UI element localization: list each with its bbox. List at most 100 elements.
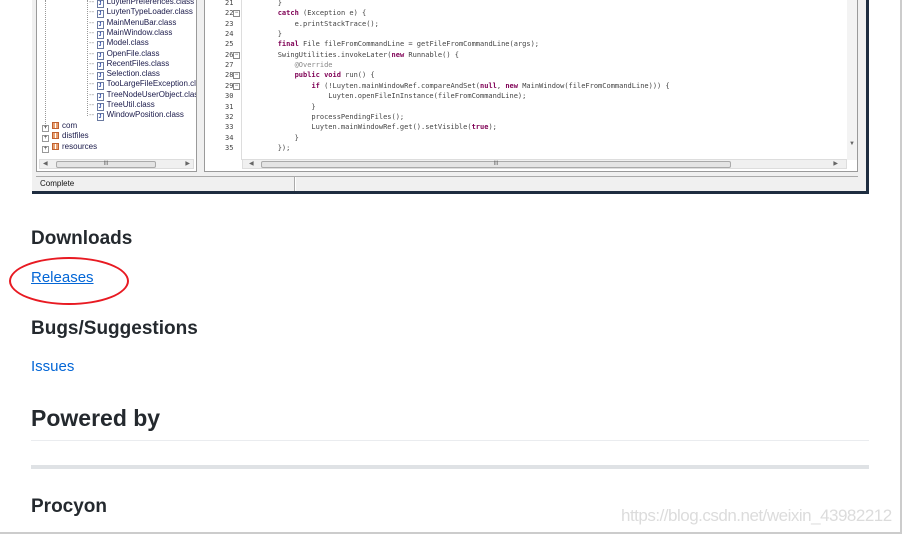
package-icon	[52, 122, 59, 129]
tree-item-class[interactable]: -- J MainWindow.class	[89, 27, 173, 39]
tree-item-class[interactable]: -- J TreeUtil.class	[89, 100, 155, 111]
tree-horizontal-scrollbar[interactable]: ◀ III ▶	[39, 159, 194, 169]
scroll-thumb[interactable]: III	[261, 161, 731, 168]
fold-icon[interactable]: −	[233, 72, 240, 80]
code-line: 26 SwingUtilities.invokeLater(new Runnab…	[205, 50, 459, 60]
status-text: Complete	[40, 179, 75, 188]
code-line: 29 if (!Luyten.mainWindowRef.compareAndS…	[205, 81, 670, 91]
tree-item-label: TreeUtil.class	[106, 100, 155, 109]
tree-item-label: Model.class	[106, 38, 149, 48]
code-editor[interactable]: 21 } 22 catch (Exception e) {−23 e.printS…	[204, 0, 858, 172]
code-token: null	[480, 81, 497, 90]
fold-icon[interactable]: −	[233, 10, 240, 18]
tree-item-label: TooLargeFileException.class	[106, 79, 196, 89]
file-tree: -- J LuytenPreferences.class -- J LuytenTyp…	[36, 0, 197, 172]
tree-item-label: LuytenPreferences.class	[106, 0, 195, 6]
code-line: 27 @Override	[205, 60, 333, 70]
code-token: true	[471, 123, 489, 132]
code-token: new	[505, 81, 518, 90]
code-line: 35 });	[205, 143, 290, 153]
tree-item-class[interactable]: -- J Model.class	[89, 38, 149, 50]
procyon-heading: Procyon	[31, 496, 108, 517]
tree-item-class[interactable]: -- J Selection.class	[89, 69, 160, 81]
code-token: e.printStackTrace();	[244, 19, 379, 28]
tree-item-label: Selection.class	[106, 69, 160, 79]
code-token: processPendingFiles();	[244, 112, 405, 121]
issues-link[interactable]: Issues	[31, 358, 74, 375]
code-line: 32 processPendingFiles();	[205, 112, 404, 122]
line-number: 24	[225, 30, 234, 39]
code-token: new	[391, 50, 405, 59]
line-number: 30	[225, 92, 234, 101]
tree-item-class[interactable]: -- J OpenFile.class	[89, 48, 160, 60]
code-token: catch	[277, 9, 299, 18]
tree-item-class[interactable]: -- J LuytenPreferences.class	[89, 0, 195, 8]
code-line: 33 Luyten.mainWindowRef.get().setVisible…	[205, 122, 497, 132]
tree-item-label: LuytenTypeLoader.class	[106, 7, 193, 17]
tree-item-label: com	[62, 121, 78, 130]
tree-item-package[interactable]: + distfiles	[42, 131, 89, 143]
code-token: }	[244, 102, 316, 111]
tree-item-class[interactable]: -- J RecentFiles.class	[89, 59, 169, 70]
code-line: 34 }	[205, 133, 299, 143]
tree-item-package[interactable]: + resources	[42, 141, 98, 153]
code-token: if	[311, 81, 320, 90]
code-line: 28 public void run() {	[205, 70, 375, 80]
code-line: 23 e.printStackTrace();	[205, 19, 379, 29]
tree-item-label: distfiles	[62, 131, 89, 141]
downloads-heading: Downloads	[31, 228, 133, 249]
code-line: 25 final File fileFromCommandLine = getF…	[205, 39, 539, 49]
code-token: @Override	[294, 61, 333, 70]
code-token: MainWindow(fileFromCommandLine))) {	[517, 81, 670, 90]
luyten-screenshot: -- J LuytenPreferences.class -- J LuytenTyp…	[32, 0, 869, 194]
line-number: 32	[225, 112, 234, 121]
line-number: 22	[225, 9, 234, 18]
tree-item-label: OpenFile.class	[106, 48, 160, 58]
code-token: SwingUtilities.invokeLater(	[244, 50, 392, 59]
line-number: 25	[225, 40, 234, 49]
tree-item-label: resources	[62, 141, 98, 151]
code-token: (!Luyten.mainWindowRef.compareAndSet(	[319, 81, 481, 90]
code-token: run() {	[340, 71, 375, 80]
divider	[31, 440, 869, 441]
tree-item-class[interactable]: -- JTooLargeFileException.class	[89, 79, 196, 91]
code-line: 31 }	[205, 102, 316, 112]
code-vertical-scrollbar[interactable]: ▼	[847, 0, 857, 160]
fold-icon[interactable]: −	[233, 51, 240, 59]
tree-item-label: MainWindow.class	[106, 27, 173, 37]
annotation-circle	[9, 257, 129, 305]
status-bar: Complete	[36, 176, 858, 191]
watermark: https://blog.csdn.net/weixin_43982212	[621, 506, 892, 525]
package-icon	[52, 142, 59, 150]
tree-item-label: WindowPosition.class	[106, 110, 184, 120]
code-token: }	[244, 133, 299, 142]
tree-item-class[interactable]: -- J TreeNodeUserObject.class	[89, 90, 196, 101]
tree-item-class[interactable]: -- J MainMenuBar.class	[89, 18, 176, 29]
line-number: 33	[225, 123, 234, 132]
code-token: Luyten.openFileInInstance(fileFromComman…	[244, 92, 527, 101]
tree-item-class[interactable]: -- J WindowPosition.class	[89, 110, 184, 122]
code-horizontal-scrollbar[interactable]: ◀ III ▶	[242, 159, 847, 169]
expand-icon[interactable]: +	[42, 145, 49, 153]
code-token: Runnable() {	[404, 50, 459, 59]
code-token: File fileFromCommandLine = getFileFromCo…	[298, 40, 540, 49]
powered-by-heading: Powered by	[31, 405, 161, 431]
code-line: 21 }	[205, 0, 282, 8]
tree-item-class[interactable]: -- J LuytenTypeLoader.class	[89, 7, 193, 19]
code-token: );	[488, 123, 497, 132]
tree-item-package[interactable]: + com	[42, 121, 78, 132]
line-number: 34	[225, 133, 234, 142]
bugs-heading: Bugs/Suggestions	[31, 318, 198, 339]
line-number: 26	[225, 50, 234, 59]
code-token: final	[277, 40, 299, 49]
code-token: Luyten.mainWindowRef.get().setVisible(	[244, 123, 472, 132]
scroll-thumb[interactable]: III	[56, 161, 156, 168]
line-number: 31	[225, 102, 234, 111]
code-token: });	[244, 143, 291, 152]
java-class-icon: J	[96, 113, 104, 122]
code-token: (Exception e) {	[298, 9, 367, 18]
fold-icon[interactable]: −	[233, 82, 240, 90]
